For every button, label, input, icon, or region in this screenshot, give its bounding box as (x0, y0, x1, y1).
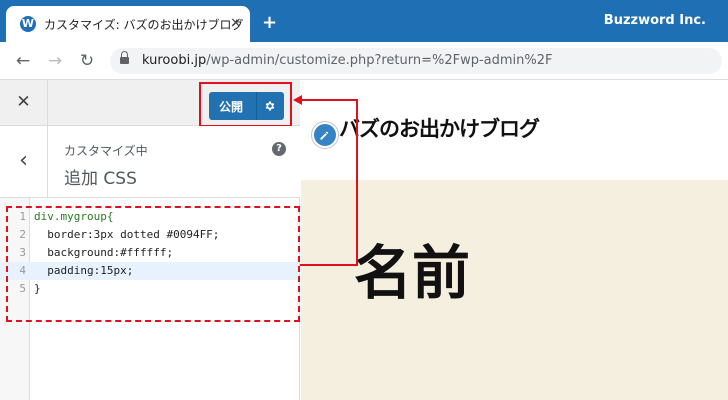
publish-button[interactable]: 公開 (209, 92, 284, 120)
post-heading-fragment: 名前 (354, 239, 471, 307)
url-host: kuroobi.jp (142, 53, 207, 68)
browser-toolbar: ← → ↻ kuroobi.jp/wp-admin/customize.php?… (0, 42, 728, 80)
publish-label: 公開 (219, 100, 244, 114)
url-path: /wp-admin/customize.php?return=%2Fwp-adm… (206, 53, 553, 68)
brand-label: Buzzword Inc. (603, 13, 706, 28)
back-chevron-icon[interactable]: ‹ (0, 126, 48, 198)
wordpress-icon: W (20, 16, 36, 32)
pencil-glyph (320, 131, 329, 140)
screenshot-root: W カスタマイズ: バズのお出かけブログ × + Buzzword Inc. ←… (0, 0, 728, 400)
browser-tabstrip: W カスタマイズ: バズのお出かけブログ × + Buzzword Inc. (0, 0, 728, 42)
new-tab-icon[interactable]: + (262, 14, 277, 32)
section-context: カスタマイズ中 (64, 144, 148, 158)
close-customizer-icon[interactable]: ✕ (0, 80, 48, 125)
back-icon[interactable]: ← (12, 50, 34, 72)
arrow-head (293, 95, 302, 105)
pencil-icon[interactable] (312, 122, 338, 148)
lock-icon (120, 51, 129, 65)
code-highlight-box (6, 206, 300, 322)
tab-title: カスタマイズ: バズのお出かけブログ (44, 18, 244, 32)
reload-icon[interactable]: ↻ (76, 50, 98, 72)
tab-close-icon[interactable]: × (230, 15, 242, 31)
forward-icon[interactable]: → (44, 50, 66, 72)
gear-icon[interactable] (264, 100, 276, 112)
site-header: バズのお出かけブログ (301, 80, 728, 180)
publish-highlight-box: 公開 (199, 82, 292, 127)
address-bar[interactable]: kuroobi.jp/wp-admin/customize.php?return… (110, 48, 722, 74)
connector-vertical (356, 100, 358, 266)
customizer-header: ✕ 公開 (0, 80, 300, 127)
section-title: 追加 CSS (64, 169, 137, 189)
section-header: ‹ カスタマイズ中 追加 CSS ? (0, 126, 300, 198)
connector-horizontal-bottom (300, 264, 358, 266)
connector-horizontal-top (300, 99, 358, 101)
site-title[interactable]: バズのお出かけブログ (339, 113, 540, 143)
help-icon[interactable]: ? (272, 142, 286, 156)
browser-tab-active[interactable]: W カスタマイズ: バズのお出かけブログ × (6, 6, 250, 42)
url-text: kuroobi.jp/wp-admin/customize.php?return… (142, 53, 553, 68)
publish-separator (256, 92, 257, 120)
